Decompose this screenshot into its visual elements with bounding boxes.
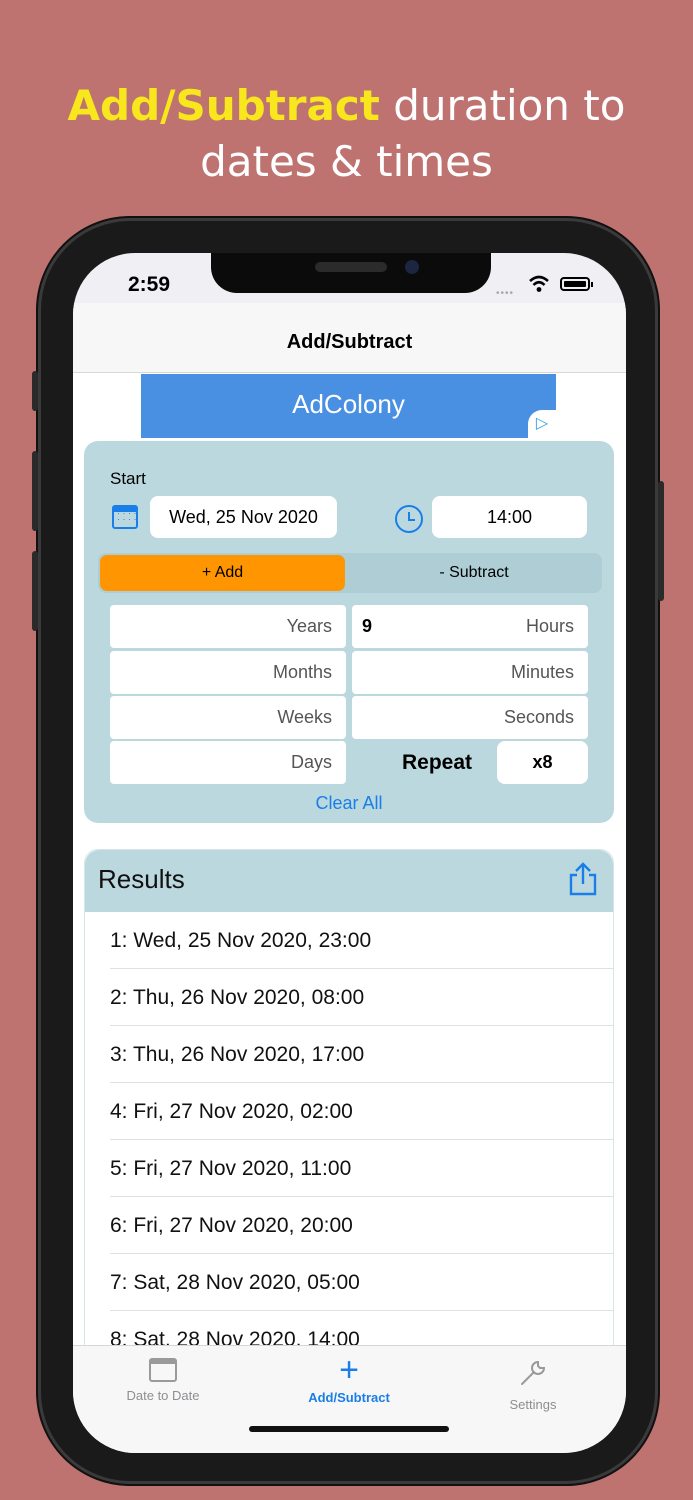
- speaker: [315, 262, 387, 272]
- tab-label: Add/Subtract: [308, 1390, 390, 1405]
- start-label: Start: [110, 469, 146, 488]
- phone-screen: 2:59 •••• Add/Subtract AdColony ▷ Start: [73, 253, 626, 1453]
- home-indicator[interactable]: [249, 1426, 449, 1432]
- ad-banner[interactable]: AdColony ▷: [141, 374, 556, 438]
- repeat-field[interactable]: x8: [497, 741, 588, 784]
- minutes-field[interactable]: Minutes: [352, 651, 588, 694]
- tab-label: Settings: [509, 1397, 557, 1412]
- start-date-field[interactable]: Wed, 25 Nov 2020: [150, 496, 337, 538]
- mute-switch: [32, 371, 38, 411]
- volume-down-button: [32, 551, 38, 631]
- results-panel: Results 1: Wed, 25 Nov 2020, 23:00 2: Th…: [84, 849, 614, 1345]
- result-row: 3: Thu, 26 Nov 2020, 17:00: [110, 1026, 614, 1083]
- tab-add-subtract[interactable]: + Add/Subtract: [279, 1351, 419, 1405]
- results-title: Results: [98, 864, 185, 894]
- result-row: 1: Wed, 25 Nov 2020, 23:00: [110, 912, 614, 969]
- days-label: Days: [290, 752, 332, 772]
- status-time: 2:59: [128, 273, 171, 296]
- weeks-field[interactable]: Weeks: [110, 696, 346, 739]
- calendar-icon[interactable]: [112, 505, 138, 529]
- seconds-label: Seconds: [503, 707, 574, 727]
- months-label: Months: [272, 662, 332, 682]
- battery-icon: [560, 277, 593, 291]
- years-field[interactable]: Years: [110, 605, 346, 648]
- result-row: 7: Sat, 28 Nov 2020, 05:00: [110, 1254, 614, 1311]
- clear-all-button[interactable]: Clear All: [84, 793, 614, 814]
- wrench-icon: [521, 1360, 546, 1385]
- hours-field[interactable]: 9 Hours: [352, 605, 588, 648]
- result-row: 6: Fri, 27 Nov 2020, 20:00: [110, 1197, 614, 1254]
- front-camera: [405, 260, 419, 274]
- tab-bar: Date to Date + Add/Subtract Settings: [73, 1345, 626, 1453]
- ad-text: AdColony: [292, 389, 405, 419]
- repeat-label: Repeat: [402, 751, 473, 774]
- results-header: Results: [85, 850, 613, 912]
- clock-icon[interactable]: [395, 505, 423, 533]
- add-subtract-segmented-control: + Add - Subtract: [98, 553, 602, 593]
- share-icon[interactable]: [567, 862, 599, 896]
- promo-headline: Add/Subtract duration to dates & times: [0, 78, 693, 190]
- cellular-signal-icon: ••••: [496, 288, 515, 299]
- subtract-segment[interactable]: - Subtract: [348, 555, 600, 591]
- calendar-icon: [149, 1358, 177, 1382]
- seconds-field[interactable]: Seconds: [352, 696, 588, 739]
- add-segment[interactable]: + Add: [100, 555, 345, 591]
- phone-frame: 2:59 •••• Add/Subtract AdColony ▷ Start: [32, 218, 664, 1484]
- headline-rest: duration to: [379, 81, 626, 130]
- hours-label: Hours: [525, 616, 574, 636]
- minutes-label: Minutes: [510, 662, 574, 682]
- tab-label: Date to Date: [126, 1388, 200, 1403]
- ad-choices-icon[interactable]: ▷: [528, 410, 556, 438]
- tab-date-to-date[interactable]: Date to Date: [93, 1358, 233, 1403]
- input-card: Start Wed, 25 Nov 2020 14:00 + Add - Sub…: [84, 441, 614, 823]
- wifi-icon: [529, 275, 549, 292]
- hours-value: 9: [362, 616, 373, 636]
- page-title: Add/Subtract: [286, 331, 413, 353]
- result-row: 2: Thu, 26 Nov 2020, 08:00: [110, 969, 614, 1026]
- result-row: 4: Fri, 27 Nov 2020, 02:00: [110, 1083, 614, 1140]
- years-label: Years: [286, 616, 332, 636]
- result-row: 8: Sat, 28 Nov 2020, 14:00: [110, 1311, 614, 1345]
- tab-settings[interactable]: Settings: [463, 1358, 603, 1412]
- start-time-field[interactable]: 14:00: [432, 496, 587, 538]
- volume-up-button: [32, 451, 38, 531]
- notch: [211, 253, 491, 293]
- months-field[interactable]: Months: [110, 651, 346, 694]
- plus-icon: +: [339, 1351, 359, 1389]
- weeks-label: Weeks: [277, 707, 332, 727]
- headline-line2: dates & times: [200, 137, 493, 186]
- main-content: AdColony ▷ Start Wed, 25 Nov 2020 14:00 …: [73, 373, 626, 1345]
- headline-highlight: Add/Subtract: [67, 81, 380, 130]
- power-button: [658, 481, 664, 601]
- days-field[interactable]: Days: [110, 741, 346, 784]
- result-row: 5: Fri, 27 Nov 2020, 11:00: [110, 1140, 614, 1197]
- navigation-bar: Add/Subtract: [73, 303, 626, 373]
